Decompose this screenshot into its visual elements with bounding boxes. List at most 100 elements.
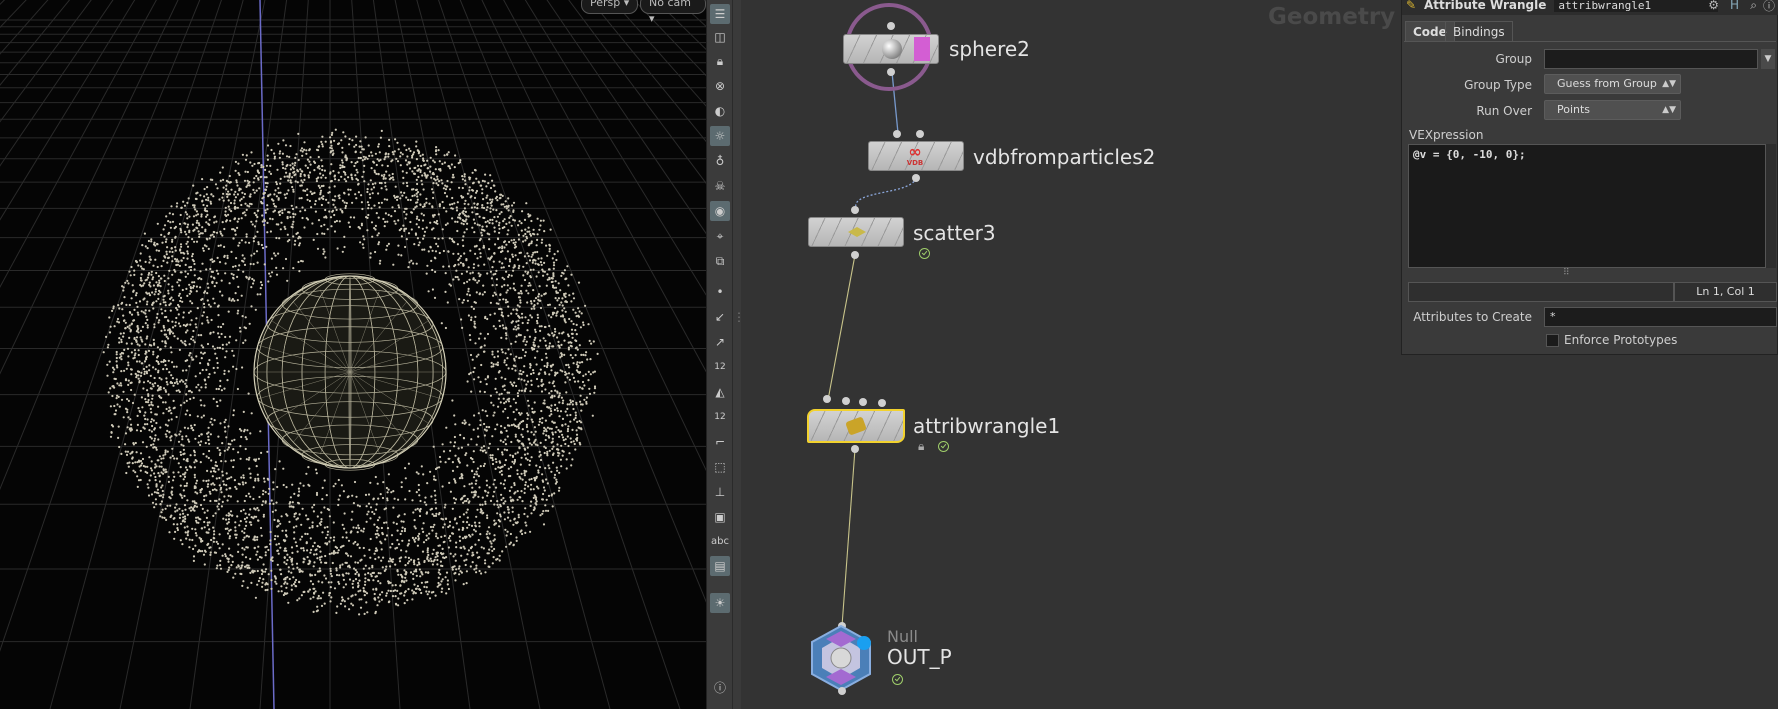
camera-label: No cam [649,0,691,9]
node-name: sphere2 [949,37,1030,61]
resize-handle-icon[interactable]: ⠿ [1563,268,1570,278]
vex-code-text: @v = {0, -10, 0}; [1413,148,1526,161]
persp-dropdown[interactable]: Persp ▾ [581,0,639,14]
input-connector[interactable] [851,206,859,214]
skull-icon[interactable]: ☠ [710,176,730,196]
bulb-icon[interactable]: ♁ [710,151,730,171]
info-icon[interactable]: ⓘ [710,677,730,697]
wireframe-sphere [253,273,447,471]
edge-icon[interactable]: ⌐ [710,432,730,452]
template-icon[interactable]: ⧉ [710,251,730,271]
point-numbers-label: 12 [714,362,726,372]
cursor-position: Ln 1, Col 1 [1674,282,1777,302]
node-name: scatter3 [913,221,996,245]
input-connector[interactable] [916,130,924,138]
network-wires [827,71,917,627]
output-connector[interactable] [912,174,920,182]
bypass-check-icon [938,441,949,452]
vdb-icon: ∞ VDB [906,142,924,168]
help-icon[interactable]: H [1730,0,1739,12]
input-connector[interactable] [823,395,831,403]
updown-icon: ▲▼ [1662,105,1676,115]
enforce-checkbox[interactable] [1546,334,1559,347]
parameter-panel: ✎ Attribute Wrangle attribwrangle1 ⚙ H ⌕… [1401,0,1778,355]
vexpression-label: VEXpression [1409,128,1484,142]
node-type-label: Null [887,627,918,646]
input-connector[interactable] [893,130,901,138]
node-body[interactable]: ∞ VDB [868,141,964,171]
prim-numbers-button[interactable]: 12 [710,407,730,427]
sphere-icon [879,38,905,60]
search-icon[interactable]: ⌕ [1750,0,1757,13]
group-field[interactable] [1544,49,1758,69]
point-display-icon[interactable]: • [710,282,730,302]
output-connector[interactable] [887,68,895,76]
lock-icon[interactable]: 🔒︎ [710,51,730,71]
bypass-check-icon [892,674,903,685]
bounding-box-icon[interactable]: ⬚ [710,457,730,477]
prim-normal-icon[interactable]: ◭ [710,382,730,402]
tab-divider [1404,41,1776,42]
tab-bindings[interactable]: Bindings [1445,21,1513,42]
close-icon[interactable]: ⊗ [710,76,730,96]
node-body[interactable] [843,34,939,64]
scatter-icon [844,221,870,243]
node-name: vdbfromparticles2 [973,145,1156,169]
group-type-menu[interactable]: Guess from Group ▲▼ [1544,74,1681,94]
input-connector[interactable] [878,399,886,407]
parameter-pane: ✎ Attribute Wrangle attribwrangle1 ⚙ H ⌕… [1401,0,1778,709]
light-icon[interactable]: ☼ [710,126,730,146]
output-connector[interactable] [838,687,846,695]
node-name-field[interactable]: attribwrangle1 [1554,0,1719,12]
axis-icon[interactable]: ⊥ [710,482,730,502]
viewport-toolbar: ☰ ◫ 🔒︎ ⊗ ◐ ☼ ♁ ☠ ◉ ⌖ ⧉ • ↙ ↗ 12 ◭ 12 ⌐ ⬚… [706,0,733,709]
vex-code-editor[interactable]: @v = {0, -10, 0}; [1408,144,1766,268]
code-scrollbar[interactable] [1766,144,1776,268]
prim-numbers-label: 12 [714,412,726,422]
display-options-icon[interactable]: ☰ [710,4,730,24]
group-type-label: Group Type [1464,78,1532,92]
camera-dropdown[interactable]: No cam ▾ [640,0,706,25]
output-connector[interactable] [851,445,859,453]
shading-icon[interactable]: ◐ [710,101,730,121]
lock-icon[interactable]: 🔒︎ [918,439,924,454]
node-name: OUT_P [887,645,952,669]
null-node-body[interactable] [806,624,876,692]
run-over-value: Points [1557,103,1591,116]
vdb-icon-text: VDB [906,159,924,167]
point-numbers-button[interactable]: 12 [710,357,730,377]
viewport-canvas[interactable] [0,0,706,709]
display-flag[interactable] [914,37,930,61]
vector-display-icon[interactable]: ↗ [710,332,730,352]
node-body[interactable] [808,217,904,247]
group-dropdown-icon[interactable]: ▼ [1761,49,1775,69]
node-name: attribwrangle1 [913,414,1061,438]
text-tool-label: abc [711,535,729,547]
viewport-3d[interactable]: Persp ▾ No cam ▾ [0,0,706,709]
run-over-label: Run Over [1476,104,1532,118]
input-connector[interactable] [842,397,850,405]
visibility-icon[interactable]: ◉ [710,201,730,221]
group-type-value: Guess from Group [1557,77,1657,90]
node-body[interactable] [807,409,905,443]
network-editor[interactable]: Geometry sphere2 ∞ VDB vdbfromparticles2 [741,0,1401,709]
attributes-label: Attributes to Create [1413,310,1532,324]
image-icon[interactable]: ▤ [710,556,730,576]
gear-icon[interactable]: ⚙ [1708,0,1719,12]
attributes-field[interactable]: * [1544,307,1777,327]
bulb-toggle-icon[interactable]: ☀ [710,593,730,613]
input-connector[interactable] [859,398,867,406]
camera-icon[interactable]: ⌖ [710,226,730,246]
snapshot-icon[interactable]: ▣ [710,507,730,527]
wrangle-icon [843,415,869,437]
null-node-shape [811,624,871,692]
run-over-menu[interactable]: Points ▲▼ [1544,100,1681,120]
input-connector[interactable] [887,22,895,30]
wrangle-type-icon: ✎ [1406,0,1417,12]
info-icon[interactable]: ⓘ [1763,0,1775,14]
status-bar-left [1408,282,1674,302]
text-tool-button[interactable]: abc [710,531,730,551]
ghost-icon[interactable]: ◫ [710,27,730,47]
normal-display-icon[interactable]: ↙ [710,307,730,327]
output-connector[interactable] [851,251,859,259]
